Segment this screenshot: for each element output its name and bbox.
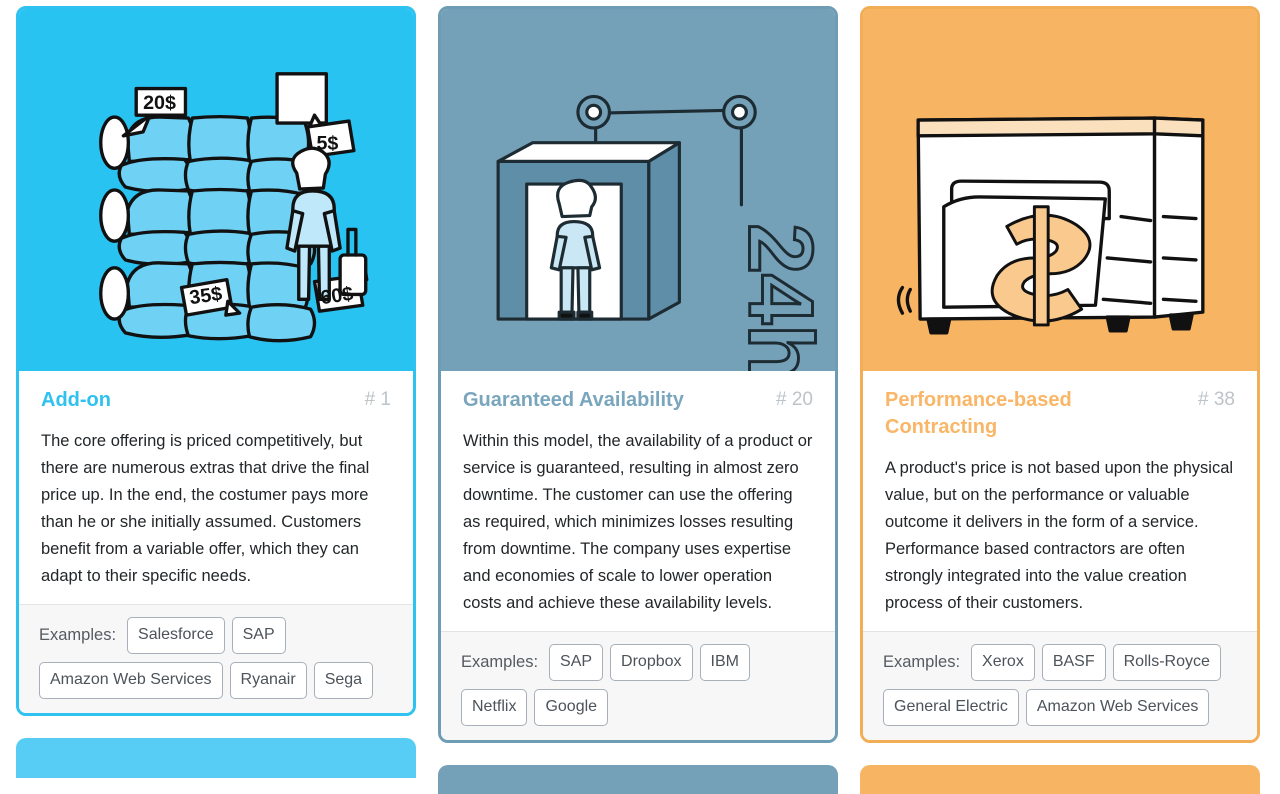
card-body: Add-on # 1 The core offering is priced c… <box>19 371 413 604</box>
card-header: Performance-based Contracting # 38 <box>885 387 1235 441</box>
illustration-airline-seats-with-price-tags: 20$ 5$ 35$ 60$ <box>19 9 413 371</box>
card-title: Performance-based Contracting <box>885 389 1072 438</box>
examples-label: Examples: <box>883 653 961 671</box>
example-tag[interactable]: General Electric <box>883 689 1019 726</box>
example-tag[interactable]: Amazon Web Services <box>39 662 223 699</box>
card-examples-footer: Examples: Salesforce SAP Amazon Web Serv… <box>19 604 413 713</box>
card-header: Guaranteed Availability # 20 <box>463 387 813 414</box>
card-column-3: Performance-based Contracting # 38 A pro… <box>860 6 1260 794</box>
card-title: Guaranteed Availability <box>463 389 684 411</box>
example-tag[interactable]: Google <box>534 689 609 726</box>
card-description: The core offering is priced competitivel… <box>41 432 370 585</box>
elevator-with-person-and-pulley-icon: 24h <box>496 94 832 371</box>
examples-label: Examples: <box>461 653 539 671</box>
example-tag[interactable]: Ryanair <box>229 662 307 699</box>
price-tag-label-60: 60$ <box>319 283 355 309</box>
example-tag[interactable]: SAP <box>231 617 286 654</box>
example-tag[interactable]: Netflix <box>461 689 528 726</box>
card-performance-based-contracting[interactable]: Performance-based Contracting # 38 A pro… <box>860 6 1260 743</box>
card-examples-footer: Examples: Xerox BASF Rolls-Royce General… <box>863 631 1257 740</box>
example-tag[interactable]: Salesforce <box>127 617 225 654</box>
example-tag[interactable]: Xerox <box>971 644 1035 681</box>
card-number: # 20 <box>776 389 813 410</box>
card-examples-footer: Examples: SAP Dropbox IBM Netflix Google <box>441 631 835 740</box>
card-description: A product's price is not based upon the … <box>885 459 1234 612</box>
next-row-card-preview-2[interactable] <box>438 765 838 794</box>
card-title: Add-on <box>41 389 111 411</box>
example-tag[interactable]: BASF <box>1041 644 1106 681</box>
card-column-2: 24h Guaranteed Availability # 20 Within … <box>438 6 838 794</box>
card-header: Add-on # 1 <box>41 387 391 414</box>
card-column-1: 20$ 5$ 35$ 60$ Add-on # 1 The core offer… <box>16 6 416 778</box>
example-tag[interactable]: Sega <box>313 662 374 699</box>
card-add-on[interactable]: 20$ 5$ 35$ 60$ Add-on # 1 The core offer… <box>16 6 416 716</box>
card-number: # 1 <box>364 389 391 410</box>
example-tag[interactable]: SAP <box>549 644 604 681</box>
example-tag[interactable]: IBM <box>699 644 750 681</box>
card-grid: 20$ 5$ 35$ 60$ Add-on # 1 The core offer… <box>0 0 1280 794</box>
illustration-elevator-with-person-and-pulley: 24h <box>441 9 835 371</box>
price-tag-label-5: 5$ <box>316 133 338 155</box>
card-number: # 38 <box>1198 389 1235 410</box>
price-tag-label-35: 35$ <box>188 283 224 309</box>
airline-seats-with-price-tags-icon: 20$ 5$ 35$ 60$ <box>99 72 369 343</box>
card-body: Guaranteed Availability # 20 Within this… <box>441 371 835 631</box>
card-body: Performance-based Contracting # 38 A pro… <box>863 371 1257 631</box>
example-tag[interactable]: Dropbox <box>610 644 693 681</box>
examples-label: Examples: <box>39 626 117 644</box>
card-guaranteed-availability[interactable]: 24h Guaranteed Availability # 20 Within … <box>438 6 838 743</box>
example-tag[interactable]: Amazon Web Services <box>1025 689 1210 726</box>
availability-24h-label: 24h <box>729 223 830 371</box>
card-description: Within this model, the availability of a… <box>463 432 813 612</box>
24h-label-group: 24h <box>728 222 832 371</box>
copier-printing-dollar-sign-icon <box>896 116 1205 335</box>
next-row-card-preview-3[interactable] <box>860 765 1260 794</box>
next-row-card-preview-1[interactable] <box>16 738 416 778</box>
illustration-copier-printing-dollar-sign <box>863 9 1257 371</box>
price-tag-label-20: 20$ <box>143 92 176 114</box>
example-tag[interactable]: Rolls-Royce <box>1112 644 1221 681</box>
